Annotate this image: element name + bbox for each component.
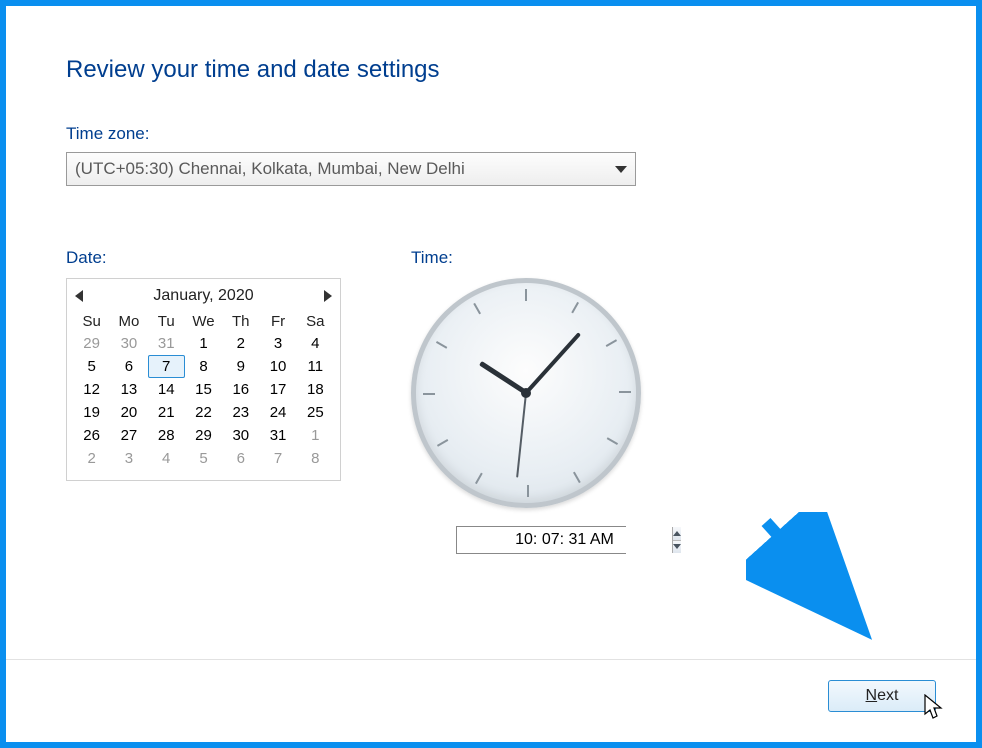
clock-tick [473, 303, 481, 314]
calendar-day[interactable]: 21 [148, 401, 185, 424]
clock-tick [619, 391, 631, 393]
calendar-day[interactable]: 30 [222, 424, 259, 447]
calendar-day[interactable]: 7 [259, 447, 296, 470]
calendar-day[interactable]: 29 [185, 424, 222, 447]
clock-tick [437, 439, 448, 447]
calendar-day[interactable]: 4 [148, 447, 185, 470]
calendar: January, 2020 SuMoTuWeThFrSa293031123456… [66, 278, 341, 481]
clock-tick [573, 472, 581, 483]
clock-tick [525, 289, 527, 301]
calendar-day[interactable]: 24 [259, 401, 296, 424]
calendar-day[interactable]: 5 [185, 447, 222, 470]
time-spinner [672, 527, 681, 553]
calendar-dow: Mo [110, 311, 147, 332]
calendar-day[interactable]: 20 [110, 401, 147, 424]
calendar-day[interactable]: 6 [222, 447, 259, 470]
calendar-day[interactable]: 2 [222, 332, 259, 355]
next-button[interactable]: Next [828, 680, 936, 712]
calendar-day[interactable]: 14 [148, 378, 185, 401]
time-input[interactable] [457, 527, 672, 553]
calendar-dow: Fr [259, 311, 296, 332]
time-label: Time: [411, 248, 671, 268]
calendar-day[interactable]: 8 [297, 447, 334, 470]
calendar-day[interactable]: 2 [73, 447, 110, 470]
calendar-day[interactable]: 19 [73, 401, 110, 424]
calendar-day[interactable]: 27 [110, 424, 147, 447]
calendar-next-button[interactable] [324, 290, 332, 302]
calendar-day[interactable]: 26 [73, 424, 110, 447]
calendar-day[interactable]: 3 [110, 447, 147, 470]
calendar-day[interactable]: 30 [110, 332, 147, 355]
calendar-day[interactable]: 31 [148, 332, 185, 355]
analog-clock [411, 278, 641, 508]
calendar-month-title[interactable]: January, 2020 [153, 287, 253, 305]
calendar-day[interactable]: 12 [73, 378, 110, 401]
calendar-day[interactable]: 10 [259, 355, 296, 378]
clock-hour-hand [479, 361, 528, 395]
calendar-day[interactable]: 11 [297, 355, 334, 378]
calendar-day[interactable]: 25 [297, 401, 334, 424]
clock-tick [423, 393, 435, 395]
calendar-day[interactable]: 9 [222, 355, 259, 378]
clock-center-dot [521, 388, 531, 398]
calendar-day[interactable]: 16 [222, 378, 259, 401]
date-label: Date: [66, 248, 341, 268]
calendar-dow: Th [222, 311, 259, 332]
timezone-selected-value: (UTC+05:30) Chennai, Kolkata, Mumbai, Ne… [75, 159, 465, 179]
calendar-day[interactable]: 28 [148, 424, 185, 447]
calendar-day[interactable]: 18 [297, 378, 334, 401]
clock-tick [606, 339, 617, 347]
calendar-day[interactable]: 3 [259, 332, 296, 355]
calendar-day[interactable]: 29 [73, 332, 110, 355]
footer-divider [6, 659, 976, 660]
calendar-prev-button[interactable] [75, 290, 83, 302]
calendar-day[interactable]: 4 [297, 332, 334, 355]
calendar-day[interactable]: 17 [259, 378, 296, 401]
calendar-day[interactable]: 8 [185, 355, 222, 378]
time-input-wrap [456, 526, 626, 554]
clock-tick [607, 437, 618, 445]
calendar-day[interactable]: 1 [185, 332, 222, 355]
timezone-select[interactable]: (UTC+05:30) Chennai, Kolkata, Mumbai, Ne… [66, 152, 636, 186]
calendar-day[interactable]: 15 [185, 378, 222, 401]
calendar-dow: Sa [297, 311, 334, 332]
page-title: Review your time and date settings [66, 56, 916, 84]
calendar-day[interactable]: 1 [297, 424, 334, 447]
clock-minute-hand [525, 332, 582, 394]
time-spin-down-button[interactable] [673, 541, 681, 554]
clock-tick [436, 341, 447, 349]
calendar-day[interactable]: 6 [110, 355, 147, 378]
calendar-day[interactable]: 7 [148, 355, 185, 378]
time-spin-up-button[interactable] [673, 527, 681, 541]
calendar-dow: Tu [148, 311, 185, 332]
calendar-day[interactable]: 5 [73, 355, 110, 378]
clock-tick [475, 473, 483, 484]
timezone-label: Time zone: [66, 124, 916, 144]
clock-tick [527, 485, 529, 497]
calendar-day[interactable]: 13 [110, 378, 147, 401]
calendar-day[interactable]: 23 [222, 401, 259, 424]
calendar-dow: We [185, 311, 222, 332]
chevron-down-icon [615, 166, 627, 173]
calendar-day[interactable]: 22 [185, 401, 222, 424]
clock-tick [571, 302, 579, 313]
calendar-day[interactable]: 31 [259, 424, 296, 447]
clock-second-hand [516, 393, 527, 478]
calendar-dow: Su [73, 311, 110, 332]
